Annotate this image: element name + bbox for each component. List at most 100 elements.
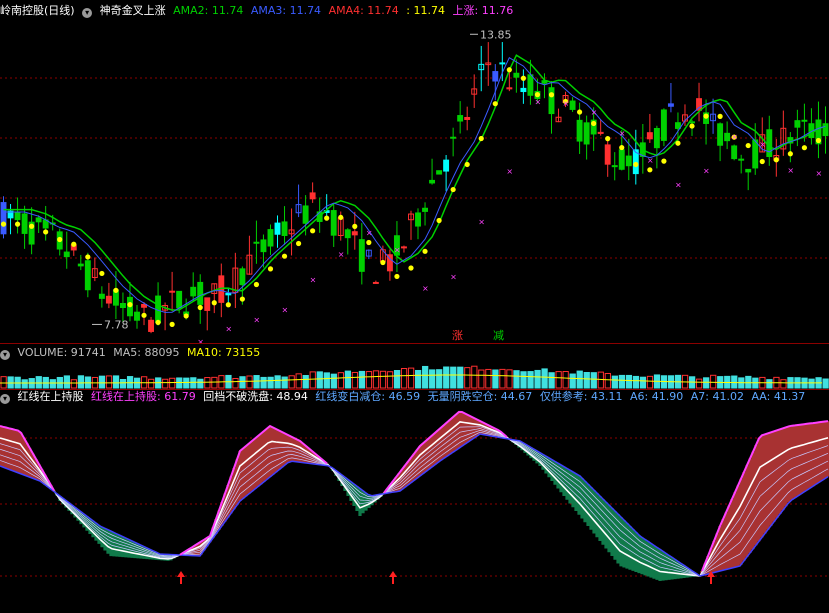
legend-ref: 仅供参考: 43.11 — [539, 390, 623, 403]
ama-dot — [787, 151, 793, 157]
volume-bar — [379, 370, 387, 389]
legend-ama2: AMA2: 11.74 — [173, 4, 244, 17]
ama-dot — [43, 229, 49, 235]
volume-bar — [112, 375, 120, 389]
candle-body — [141, 303, 147, 308]
volume-bar — [309, 371, 316, 389]
volume-bar — [211, 376, 218, 389]
candle-body — [717, 123, 724, 146]
volume-panel-header: ▾ VOLUME: 91741 MA5: 88095 MA10: 73155 — [0, 345, 264, 361]
volume-bar — [372, 370, 380, 389]
candle-body — [696, 98, 702, 111]
candle-body — [84, 260, 91, 291]
ama-dot — [436, 217, 442, 224]
rise-cross: × — [506, 167, 513, 176]
candle-body — [77, 263, 84, 267]
candlestick-chart[interactable]: ××××××××××××× ××××××××× ×13.857.78涨减 — [0, 18, 829, 343]
collapse-icon[interactable]: ▾ — [0, 394, 10, 404]
volume-chart[interactable] — [0, 361, 829, 389]
oscillator-chart[interactable] — [0, 406, 829, 611]
candle-body — [520, 87, 527, 93]
volume-bar — [197, 378, 204, 389]
volume-bar — [429, 369, 436, 389]
rise-cross: × — [731, 133, 738, 142]
candle-body — [98, 293, 105, 299]
volume-bar — [253, 375, 260, 389]
volume-bar — [710, 374, 717, 389]
ama-dot — [281, 253, 288, 259]
volume-bar — [808, 378, 815, 389]
high-price-label: 13.85 — [480, 28, 512, 41]
volume-bar — [323, 372, 330, 389]
candle-body — [281, 221, 288, 236]
volume-bar — [527, 371, 534, 389]
volume-bar — [576, 370, 583, 389]
volume-bar — [569, 373, 576, 389]
legend-hold: 红线在上持股: 61.79 — [91, 390, 196, 403]
volume-bar — [562, 371, 569, 389]
ama3-line — [3, 56, 826, 313]
ama-dot — [717, 113, 723, 119]
ama-dot — [99, 270, 105, 277]
ama-dot — [492, 101, 498, 107]
volume-bar — [541, 368, 548, 389]
rise-cross: × — [675, 181, 682, 190]
candle-body — [239, 268, 246, 286]
candle-body — [667, 103, 674, 107]
legend-empty: 无量阴跌空仓: 44.67 — [427, 390, 533, 403]
ama-dot — [422, 248, 428, 254]
ama-dot — [591, 120, 597, 127]
candle-body — [731, 145, 738, 160]
low-price-label: 7.78 — [104, 318, 129, 331]
candle-body — [260, 239, 267, 253]
volume-bar — [400, 368, 408, 389]
candle-body — [63, 251, 70, 258]
volume-bar — [745, 375, 752, 389]
volume-bar — [436, 369, 443, 389]
ama-dot — [703, 113, 709, 119]
candle-body — [569, 100, 576, 110]
candle-body — [660, 109, 667, 141]
volume-bar — [513, 370, 520, 389]
rise-cross: × — [647, 156, 654, 165]
ama-dot — [71, 241, 77, 247]
ama-dot — [534, 92, 541, 98]
volume-bar — [555, 371, 562, 389]
rise-cross: × — [619, 129, 626, 138]
candle-body — [766, 129, 773, 158]
ama-dot — [338, 214, 344, 221]
volume-bar — [295, 373, 302, 389]
volume-bar — [105, 375, 113, 389]
rise-cross: × — [563, 99, 570, 108]
collapse-icon[interactable]: ▾ — [82, 8, 93, 18]
ama-dot — [113, 287, 119, 293]
legend-yellow: : 11.74 — [406, 4, 445, 17]
candle-body — [674, 122, 681, 129]
legend-a6: A6: 41.90 — [630, 390, 684, 403]
ama-dot — [85, 254, 91, 260]
ama-dot — [183, 313, 189, 319]
ama-dot — [408, 265, 414, 271]
volume-bar — [70, 379, 78, 389]
candle-body — [309, 192, 316, 200]
candle-body — [190, 286, 197, 297]
volume-bar — [35, 376, 42, 389]
volume-bar — [358, 370, 366, 389]
ama-dot — [380, 259, 386, 266]
volume-bar — [534, 369, 541, 389]
ama-dot — [141, 312, 147, 318]
ama-dot — [225, 302, 231, 308]
volume-bar — [618, 374, 626, 389]
ama-dot — [520, 75, 526, 81]
ama-dot — [239, 296, 245, 302]
volume-bar — [731, 375, 738, 389]
rise-cross: × — [759, 140, 766, 149]
ama-dot — [506, 67, 512, 73]
volume-bar — [646, 375, 654, 389]
candle-body — [752, 139, 759, 169]
ama-dot — [394, 273, 400, 280]
volume-bar — [639, 376, 647, 389]
candle-body — [105, 295, 112, 304]
collapse-icon[interactable]: ▾ — [0, 350, 10, 360]
volume-bar — [337, 372, 344, 389]
